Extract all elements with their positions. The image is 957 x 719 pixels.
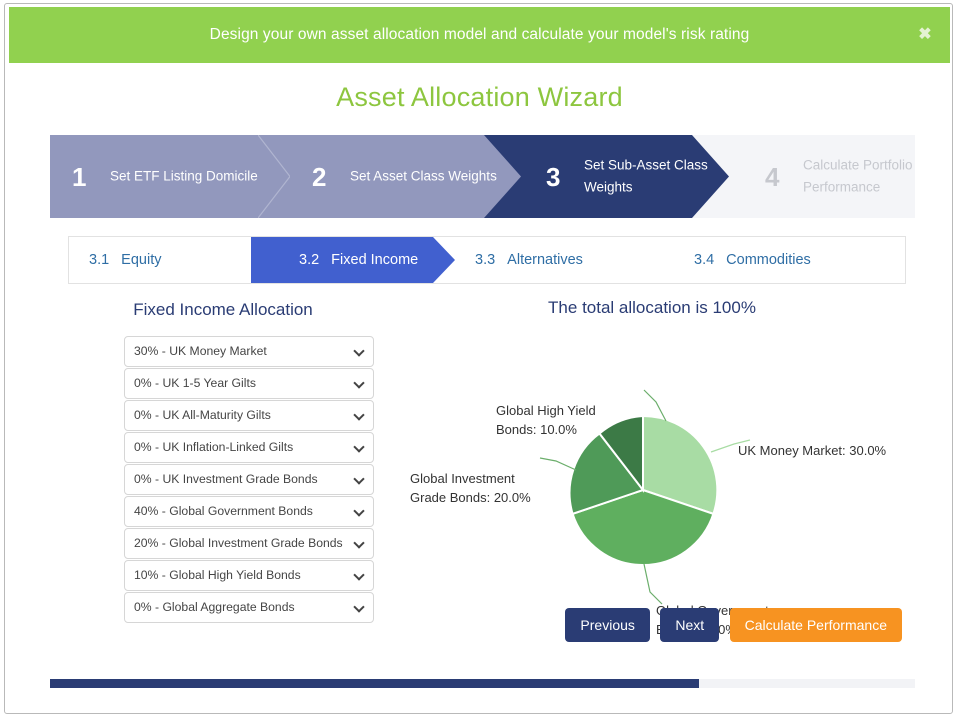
leader-line-investment-grade xyxy=(540,458,576,470)
tab-fixed-income[interactable]: 3.2 Fixed Income xyxy=(251,237,433,283)
pie-label-high-yield-line1: Global High Yield xyxy=(496,402,596,421)
wizard-button-row: Previous Next Calculate Performance xyxy=(559,608,902,642)
step-3-number: 3 xyxy=(546,164,560,190)
step-1-label: Set ETF Listing Domicile xyxy=(110,165,260,188)
allocation-select-uk-inflation-linked-gilts[interactable]: 0% - UK Inflation-Linked Gilts xyxy=(124,432,374,463)
chevron-down-icon xyxy=(355,379,364,388)
chevron-down-icon xyxy=(355,475,364,484)
allocation-select-uk-investment-grade-bonds-value: 0% - UK Investment Grade Bonds xyxy=(134,465,347,494)
wizard-step-4[interactable]: 4 Calculate Portfolio Performance xyxy=(729,135,915,218)
chart-title: The total allocation is 100% xyxy=(398,298,906,318)
allocation-select-global-aggregate-bonds-value: 0% - Global Aggregate Bonds xyxy=(134,593,347,622)
leader-line-government-bonds xyxy=(644,564,662,604)
allocation-select-global-high-yield-bonds[interactable]: 10% - Global High Yield Bonds xyxy=(124,560,374,591)
top-banner: Design your own asset allocation model a… xyxy=(9,7,950,63)
allocation-select-uk-inflation-linked-gilts-value: 0% - UK Inflation-Linked Gilts xyxy=(134,433,347,462)
allocation-select-global-government-bonds-value: 40% - Global Government Bonds xyxy=(134,497,347,526)
allocation-select-uk-all-maturity-gilts-value: 0% - UK All-Maturity Gilts xyxy=(134,401,347,430)
tab-fixed-income-label: Fixed Income xyxy=(331,252,418,268)
left-column-title: Fixed Income Allocation xyxy=(68,300,378,320)
content-panel: 3.1 Equity 3.2 Fixed Income 3.3 Alternative… xyxy=(50,236,915,684)
page-title: Asset Allocation Wizard xyxy=(5,82,953,113)
allocation-select-global-investment-grade-bonds[interactable]: 20% - Global Investment Grade Bonds xyxy=(124,528,374,559)
tab-equity-number: 3.1 xyxy=(89,252,109,268)
wizard-step-3[interactable]: 3 Set Sub-Asset Class Weights xyxy=(484,135,729,218)
allocation-select-uk-investment-grade-bonds[interactable]: 0% - UK Investment Grade Bonds xyxy=(124,464,374,495)
chevron-down-icon xyxy=(355,411,364,420)
chevron-down-icon xyxy=(355,603,364,612)
chevron-down-icon xyxy=(355,571,364,580)
step-4-number: 4 xyxy=(765,164,779,190)
allocation-select-global-investment-grade-bonds-value: 20% - Global Investment Grade Bonds xyxy=(134,529,347,558)
chevron-down-icon xyxy=(355,443,364,452)
wizard-progress-fill xyxy=(50,679,699,688)
wizard-step-1[interactable]: 1 Set ETF Listing Domicile xyxy=(50,135,290,218)
allocation-pie-chart: Global High Yield Bonds: 10.0% Global In… xyxy=(398,330,906,650)
pie-label-global-investment-grade-bonds: Global Investment Grade Bonds: 20.0% xyxy=(410,470,531,508)
allocation-select-uk-all-maturity-gilts[interactable]: 0% - UK All-Maturity Gilts xyxy=(124,400,374,431)
allocation-select-uk-1-5-year-gilts[interactable]: 0% - UK 1-5 Year Gilts xyxy=(124,368,374,399)
pie-label-global-high-yield-bonds: Global High Yield Bonds: 10.0% xyxy=(496,402,596,440)
tab-commodities-label: Commodities xyxy=(726,252,811,268)
next-button[interactable]: Next xyxy=(660,608,719,642)
sub-tab-bar: 3.1 Equity 3.2 Fixed Income 3.3 Alternative… xyxy=(68,236,906,284)
application-window: Design your own asset allocation model a… xyxy=(4,3,953,714)
step-wizard: 1 Set ETF Listing Domicile 2 Set Asset C… xyxy=(50,135,915,218)
pie-label-investment-grade-line2: Grade Bonds: 20.0% xyxy=(410,489,531,508)
allocation-select-global-government-bonds[interactable]: 40% - Global Government Bonds xyxy=(124,496,374,527)
allocation-select-uk-money-market[interactable]: 30% - UK Money Market xyxy=(124,336,374,367)
calculate-performance-button[interactable]: Calculate Performance xyxy=(730,608,902,642)
tab-alternatives-label: Alternatives xyxy=(507,252,583,268)
pie-label-uk-money-market: UK Money Market: 30.0% xyxy=(738,442,886,461)
step-3-label: Set Sub-Asset Class Weights xyxy=(584,154,714,199)
step-4-label: Calculate Portfolio Performance xyxy=(803,154,933,199)
allocation-select-uk-money-market-value: 30% - UK Money Market xyxy=(134,337,347,366)
previous-button[interactable]: Previous xyxy=(565,608,649,642)
tab-commodities-number: 3.4 xyxy=(694,252,714,268)
tab-commodities[interactable]: 3.4 Commodities xyxy=(654,237,854,283)
tab-alternatives[interactable]: 3.3 Alternatives xyxy=(455,237,645,283)
pie-label-investment-grade-line1: Global Investment xyxy=(410,470,531,489)
tab-fixed-income-number: 3.2 xyxy=(299,252,319,268)
chevron-down-icon xyxy=(355,347,364,356)
tab-alternatives-number: 3.3 xyxy=(475,252,495,268)
banner-title: Design your own asset allocation model a… xyxy=(9,7,950,63)
allocation-select-global-aggregate-bonds[interactable]: 0% - Global Aggregate Bonds xyxy=(124,592,374,623)
fixed-income-allocation-column: Fixed Income Allocation 30% - UK Money M… xyxy=(68,284,398,684)
allocation-select-global-high-yield-bonds-value: 10% - Global High Yield Bonds xyxy=(134,561,347,590)
allocation-select-list: 30% - UK Money Market 0% - UK 1-5 Year G… xyxy=(124,336,374,624)
tab-equity[interactable]: 3.1 Equity xyxy=(69,237,251,283)
pie-label-high-yield-line2: Bonds: 10.0% xyxy=(496,421,596,440)
chevron-down-icon xyxy=(355,539,364,548)
close-icon[interactable]: ✖ xyxy=(910,7,940,63)
tab-fixed-income-arrow xyxy=(433,237,455,283)
chevron-down-icon xyxy=(355,507,364,516)
allocation-select-uk-1-5-year-gilts-value: 0% - UK 1-5 Year Gilts xyxy=(134,369,347,398)
step-2-label: Set Asset Class Weights xyxy=(350,165,500,188)
step-2-number: 2 xyxy=(312,164,326,190)
step-1-number: 1 xyxy=(72,164,86,190)
pie-label-money-market-line1: UK Money Market: 30.0% xyxy=(738,442,886,461)
wizard-progress-bar xyxy=(50,679,915,688)
tab-equity-label: Equity xyxy=(121,252,161,268)
